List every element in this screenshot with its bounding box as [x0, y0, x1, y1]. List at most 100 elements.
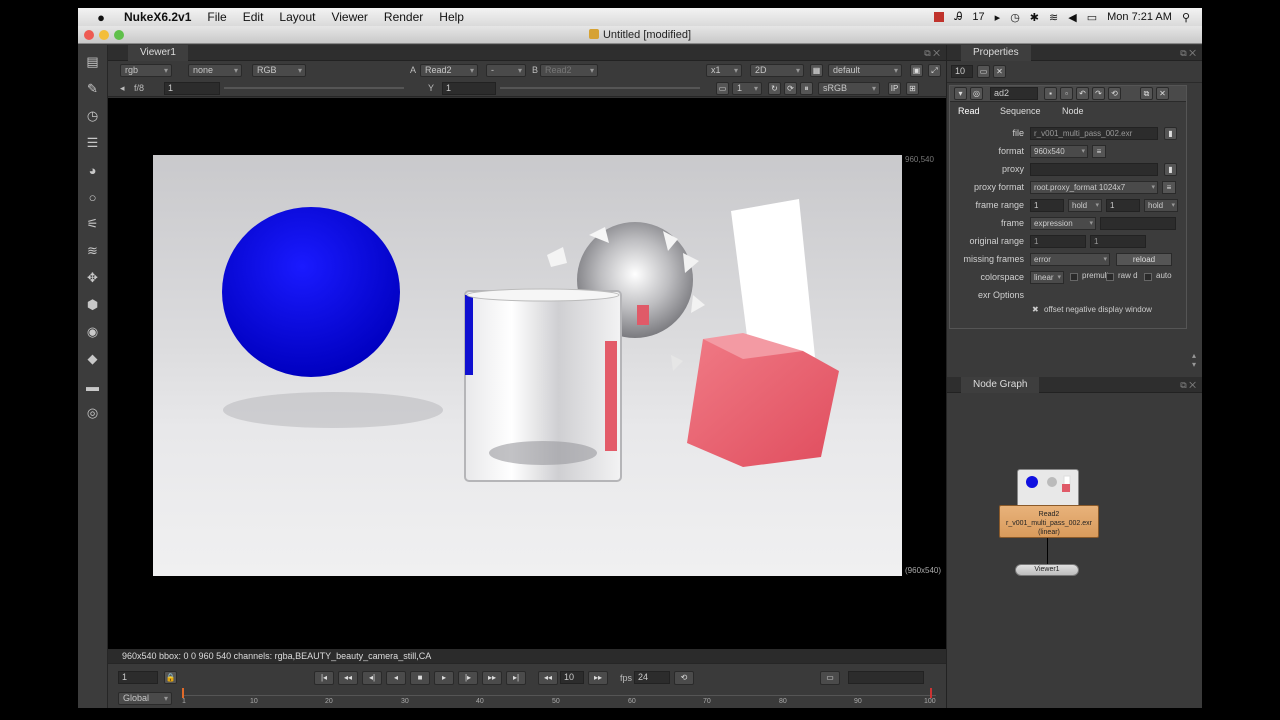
stop-button[interactable]: ■: [410, 671, 430, 685]
pane-menu-icon[interactable]: ⧉ ✕: [1180, 380, 1196, 391]
step-forward-button[interactable]: ▸▸: [588, 671, 608, 685]
frame-ruler[interactable]: 1 10 20 30 40 50 60 70 80 90 100: [182, 688, 936, 707]
menu-viewer[interactable]: Viewer: [331, 10, 367, 24]
revert-icon[interactable]: ⟲: [1108, 87, 1121, 100]
proxy-browse-icon[interactable]: ▮: [1164, 163, 1177, 176]
colorspace-dropdown[interactable]: linear: [1030, 271, 1064, 284]
proxy-dropdown[interactable]: 1: [732, 82, 762, 95]
menu-edit[interactable]: Edit: [243, 10, 264, 24]
update-icon[interactable]: ⟳: [784, 82, 797, 95]
wifi-icon[interactable]: ≋: [1049, 11, 1058, 24]
format-edit-button[interactable]: ≡: [1092, 145, 1106, 158]
playhead[interactable]: [182, 688, 184, 698]
flag-icon[interactable]: [934, 12, 945, 22]
step-back-button[interactable]: ◂◂: [538, 671, 558, 685]
current-frame-field[interactable]: 1: [118, 671, 158, 684]
menu-help[interactable]: Help: [439, 10, 464, 24]
frame-range-after-dropdown[interactable]: hold: [1144, 199, 1178, 212]
node-connection[interactable]: [1047, 538, 1048, 564]
node-graph-panel[interactable]: Node Graph ⧉ ✕ Read2 r_v001_multi_pass_0…: [946, 377, 1202, 708]
status-count[interactable]: 17: [972, 11, 984, 23]
gamma-field[interactable]: 1: [442, 82, 496, 95]
auto-alpha-checkbox[interactable]: [1144, 273, 1152, 281]
view-mode-dropdown[interactable]: 2D: [750, 64, 804, 77]
battery-icon[interactable]: ▭: [1087, 11, 1097, 24]
prev-icon[interactable]: ◂: [120, 83, 125, 94]
max-panels-field[interactable]: 10: [951, 65, 973, 78]
tab-viewer1[interactable]: Viewer1: [128, 45, 188, 61]
play-forward-button[interactable]: ▸: [434, 671, 454, 685]
time-machine-icon[interactable]: ◷: [1010, 11, 1020, 24]
frame-expression-field[interactable]: [1100, 217, 1176, 230]
tab-read[interactable]: Read: [958, 106, 980, 116]
input-process-icon[interactable]: IP: [888, 82, 901, 95]
time-nodes-icon[interactable]: ◷: [84, 107, 102, 125]
frame-range-start-field[interactable]: 1: [1030, 199, 1064, 212]
premultiplied-checkbox[interactable]: [1070, 273, 1078, 281]
color-nodes-icon[interactable]: ◕: [84, 161, 102, 179]
image-nodes-icon[interactable]: ▤: [84, 53, 102, 71]
out-point-marker[interactable]: [930, 688, 932, 698]
bluetooth-icon[interactable]: ✱: [1030, 11, 1039, 24]
redo-icon[interactable]: ↷: [1092, 87, 1105, 100]
app-name-menu[interactable]: NukeX6.2v1: [124, 10, 191, 24]
play-backward-button[interactable]: ◂: [386, 671, 406, 685]
furnace-nodes-icon[interactable]: ◎: [84, 404, 102, 422]
file-field[interactable]: r_v001_multi_pass_002.exr: [1030, 127, 1158, 140]
3d-nodes-icon[interactable]: ⬢: [84, 296, 102, 314]
undo-icon[interactable]: ↶: [1076, 87, 1089, 100]
rendered-image[interactable]: [153, 155, 902, 576]
tab-node[interactable]: Node: [1062, 106, 1084, 116]
last-frame-button[interactable]: ▸|: [506, 671, 526, 685]
tab-node-graph[interactable]: Node Graph: [961, 377, 1040, 393]
gamma-slider[interactable]: [500, 87, 700, 89]
offset-checkbox-icon[interactable]: ✖: [1032, 305, 1039, 314]
apple-icon[interactable]: ●: [90, 10, 112, 25]
first-frame-button[interactable]: |◂: [314, 671, 334, 685]
lock-icon[interactable]: 🔒: [164, 671, 177, 684]
clear-panels-icon[interactable]: ✕: [993, 65, 1006, 78]
compare-mode-dropdown[interactable]: -: [486, 64, 526, 77]
proxy-icon[interactable]: ▭: [716, 82, 729, 95]
other-nodes-icon[interactable]: ▬: [84, 377, 102, 395]
float-icon[interactable]: ⧉: [1140, 87, 1153, 100]
fstop-label[interactable]: f/8: [134, 83, 144, 93]
volume-icon[interactable]: ◀: [1068, 11, 1076, 24]
lut-icon[interactable]: ▦: [810, 64, 823, 77]
menu-layout[interactable]: Layout: [279, 10, 315, 24]
close-icon[interactable]: ✕: [1156, 87, 1169, 100]
proxy-format-edit-button[interactable]: ≡: [1162, 181, 1176, 194]
metadata-nodes-icon[interactable]: ◆: [84, 350, 102, 368]
format-dropdown[interactable]: 960x540: [1030, 145, 1088, 158]
pane-menu-icon[interactable]: ⧉ ✕: [924, 48, 940, 59]
lut-dropdown[interactable]: default: [828, 64, 902, 77]
merge-nodes-icon[interactable]: ≋: [84, 242, 102, 260]
close-window-button[interactable]: [84, 30, 94, 40]
clock[interactable]: Mon 7:21 AM: [1107, 11, 1172, 23]
frame-range-end-field[interactable]: 1: [1106, 199, 1140, 212]
viewer-canvas[interactable]: 960,540 (960x540): [108, 98, 946, 649]
roi-icon[interactable]: ▣: [910, 64, 923, 77]
display-channel-dropdown[interactable]: RGB: [252, 64, 306, 77]
play-icon[interactable]: ▸: [995, 11, 1001, 24]
fullscreen-icon[interactable]: ⤢: [928, 64, 941, 77]
draw-nodes-icon[interactable]: ✎: [84, 80, 102, 98]
frame-mode-dropdown[interactable]: expression: [1030, 217, 1096, 230]
lock-panels-icon[interactable]: ▭: [977, 65, 990, 78]
file-browse-icon[interactable]: ▮: [1164, 127, 1177, 140]
gain-slider[interactable]: [224, 87, 404, 89]
prev-frame-button[interactable]: ◂|: [362, 671, 382, 685]
missing-frames-dropdown[interactable]: error: [1030, 253, 1110, 266]
next-frame-button[interactable]: |▸: [458, 671, 478, 685]
collapse-icon[interactable]: ▾: [954, 87, 967, 100]
proxy-format-dropdown[interactable]: root.proxy_format 1024x7: [1030, 181, 1158, 194]
channel-nodes-icon[interactable]: ☰: [84, 134, 102, 152]
color-icon[interactable]: ▪: [1044, 87, 1057, 100]
tab-properties[interactable]: Properties: [961, 45, 1031, 61]
refresh-icon[interactable]: ↻: [768, 82, 781, 95]
channels-dropdown[interactable]: rgb: [120, 64, 172, 77]
gain-field[interactable]: 1: [164, 82, 220, 95]
pane-menu-icon[interactable]: ⧉ ✕: [1180, 48, 1196, 59]
loop-mode-button[interactable]: ⟲: [674, 671, 694, 685]
input-b-dropdown[interactable]: Read2: [540, 64, 598, 77]
